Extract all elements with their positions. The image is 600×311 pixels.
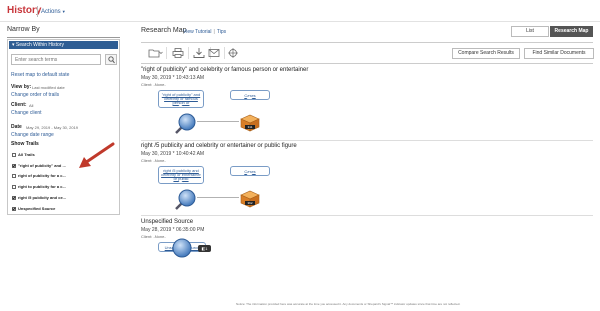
trail-date: May 30, 2019 * 10:43:13 AM bbox=[141, 75, 205, 81]
toolbar-divider bbox=[166, 47, 167, 59]
download-icon bbox=[193, 48, 205, 58]
trail-filter-item[interactable]: "right of publicity" and ... bbox=[12, 163, 66, 168]
client-label: Client: bbox=[11, 102, 27, 108]
search-within-label: Search Within History bbox=[15, 42, 64, 48]
divider bbox=[7, 37, 120, 38]
checkbox[interactable] bbox=[12, 152, 16, 157]
trail-filter-label: All Trails bbox=[18, 152, 35, 157]
trail-date: May 28, 2019 * 06:35:00 PM bbox=[141, 227, 205, 233]
checkbox[interactable] bbox=[12, 195, 16, 200]
annotation-arrow-icon bbox=[79, 142, 115, 168]
connector-line bbox=[197, 121, 239, 122]
print-button[interactable] bbox=[171, 47, 186, 59]
actions-label: Actions bbox=[41, 9, 61, 15]
search-query-bubble[interactable]: "right of publicity" and celebrity or fa… bbox=[158, 90, 204, 108]
collapse-icon: ▾ bbox=[12, 42, 15, 48]
view-by-label: View by: bbox=[11, 84, 32, 90]
folder-button[interactable] bbox=[148, 47, 163, 59]
badge-count: 1 bbox=[205, 246, 208, 251]
actions-menu[interactable]: Actions▼ bbox=[41, 9, 66, 15]
checkbox[interactable] bbox=[12, 173, 16, 178]
trail-filter-item[interactable]: right of publicity for a c... bbox=[12, 173, 66, 178]
find-similar-documents-button[interactable]: Find Similar Documents bbox=[524, 48, 594, 59]
trail-client: Client: -None- bbox=[141, 82, 166, 87]
chevron-down-icon: ▼ bbox=[61, 9, 66, 14]
email-icon bbox=[208, 49, 220, 57]
header-divider bbox=[37, 6, 38, 17]
trail-title[interactable]: right /5 publicity and celebrity or ente… bbox=[141, 143, 297, 149]
cases-bubble[interactable]: Cases bbox=[230, 166, 270, 176]
list-view-button[interactable]: List bbox=[511, 26, 549, 37]
change-order-link[interactable]: Change order of trails bbox=[11, 92, 59, 98]
toolbar-bottom-rule bbox=[141, 63, 593, 64]
trail-filter-item[interactable]: right /5 publicity and ce... bbox=[12, 195, 66, 200]
count-badge[interactable]: ◧1 bbox=[198, 245, 211, 252]
trail-filter-label: "right of publicity" and ... bbox=[18, 163, 66, 168]
connector-line bbox=[197, 197, 239, 198]
print-icon bbox=[172, 48, 184, 58]
checkbox[interactable] bbox=[12, 184, 16, 189]
search-node-icon[interactable] bbox=[172, 113, 198, 137]
box-count: 362 bbox=[247, 201, 252, 205]
change-client-link[interactable]: Change client bbox=[11, 110, 42, 116]
trail-client: Client: -None- bbox=[141, 158, 166, 163]
trail-filter-label: Unspecified Source bbox=[18, 206, 56, 211]
narrow-by-title: Narrow By bbox=[7, 26, 40, 33]
checkbox[interactable] bbox=[12, 206, 16, 211]
narrow-by-panel: ▾ Search Within History Reset map to def… bbox=[7, 39, 120, 215]
show-trails-label: Show Trails bbox=[11, 141, 39, 147]
date-value: May 29, 2019 - May 30, 2019 bbox=[26, 125, 79, 130]
compare-search-results-button[interactable]: Compare Search Results bbox=[452, 48, 520, 59]
trail-title[interactable]: Unspecified Source bbox=[141, 219, 193, 225]
toolbar-divider bbox=[188, 47, 189, 59]
view-by-value: Last modified date bbox=[32, 85, 65, 90]
search-input[interactable] bbox=[11, 54, 101, 65]
connector-line bbox=[230, 88, 238, 118]
alert-button[interactable] bbox=[226, 47, 241, 59]
folder-icon bbox=[148, 49, 163, 58]
trail-divider bbox=[141, 215, 593, 216]
view-tutorial-link[interactable]: View Tutorial bbox=[183, 29, 212, 35]
page-title: Research Map bbox=[141, 27, 187, 34]
top-bar: History Actions▼ bbox=[0, 0, 600, 22]
research-map-button[interactable]: Research Map bbox=[550, 26, 593, 37]
alert-icon bbox=[228, 48, 238, 58]
search-icon bbox=[108, 56, 115, 64]
toolbar-divider bbox=[224, 47, 225, 59]
help-links: View Tutorial | Tips bbox=[183, 29, 226, 35]
trail-filter-label: right to publicity for a c... bbox=[18, 184, 66, 189]
box-count: 311 bbox=[248, 125, 253, 129]
client-value: All bbox=[29, 103, 34, 108]
trail-title[interactable]: "right of publicity" and celebrity or fa… bbox=[141, 67, 308, 73]
checkbox[interactable] bbox=[12, 163, 16, 168]
source-node-icon[interactable] bbox=[170, 236, 194, 260]
trail-divider bbox=[141, 140, 593, 141]
trail-date: May 30, 2019 * 10:40:42 AM bbox=[141, 151, 205, 157]
trail-filter-item[interactable]: All Trails bbox=[12, 152, 35, 157]
email-button[interactable] bbox=[207, 47, 222, 59]
download-button[interactable] bbox=[192, 47, 207, 59]
search-button[interactable] bbox=[105, 54, 117, 65]
trail-filter-item[interactable]: right to publicity for a c... bbox=[12, 184, 66, 189]
trail-client: Client: -None- bbox=[141, 234, 166, 239]
cases-box-icon[interactable]: 362 bbox=[239, 190, 261, 208]
reset-map-link[interactable]: Reset map to default state bbox=[11, 72, 69, 78]
change-date-link[interactable]: Change date range bbox=[11, 132, 54, 138]
notice-text: Notice: The information provided here wa… bbox=[236, 302, 461, 306]
search-query-bubble[interactable]: right /5 publicity and celebrity or ente… bbox=[158, 166, 204, 184]
tips-link[interactable]: Tips bbox=[217, 29, 226, 35]
toolbar-top-rule bbox=[141, 42, 593, 43]
trail-filter-label: right /5 publicity and ce... bbox=[18, 195, 67, 200]
cases-box-icon[interactable]: 311 bbox=[239, 114, 261, 132]
trail-filter-item[interactable]: Unspecified Source bbox=[12, 206, 55, 211]
trail-filter-label: right of publicity for a c... bbox=[18, 173, 66, 178]
separator: | bbox=[213, 29, 215, 35]
search-within-header[interactable]: ▾ Search Within History bbox=[9, 41, 118, 49]
search-node-icon[interactable] bbox=[172, 189, 198, 213]
date-label: Date bbox=[11, 124, 22, 130]
